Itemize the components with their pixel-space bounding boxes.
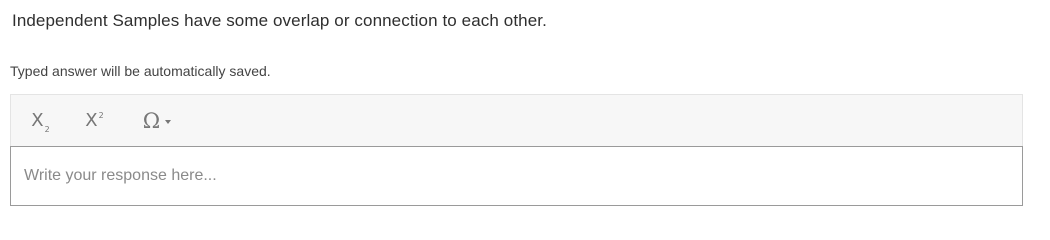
editor-toolbar: X2 X2 Ω: [10, 94, 1023, 147]
autosave-hint: Typed answer will be automatically saved…: [10, 63, 271, 79]
omega-icon: Ω: [142, 108, 161, 133]
special-characters-button[interactable]: Ω: [135, 107, 179, 135]
subscript-button[interactable]: X2: [25, 107, 55, 135]
superscript-icon: X2: [85, 110, 104, 131]
superscript-button[interactable]: X2: [79, 107, 109, 135]
chevron-down-icon: [165, 120, 172, 124]
subscript-icon: X2: [31, 110, 50, 134]
question-text: Independent Samples have some overlap or…: [12, 11, 547, 30]
response-editor: X2 X2 Ω: [10, 94, 1023, 206]
response-input[interactable]: [10, 146, 1023, 206]
